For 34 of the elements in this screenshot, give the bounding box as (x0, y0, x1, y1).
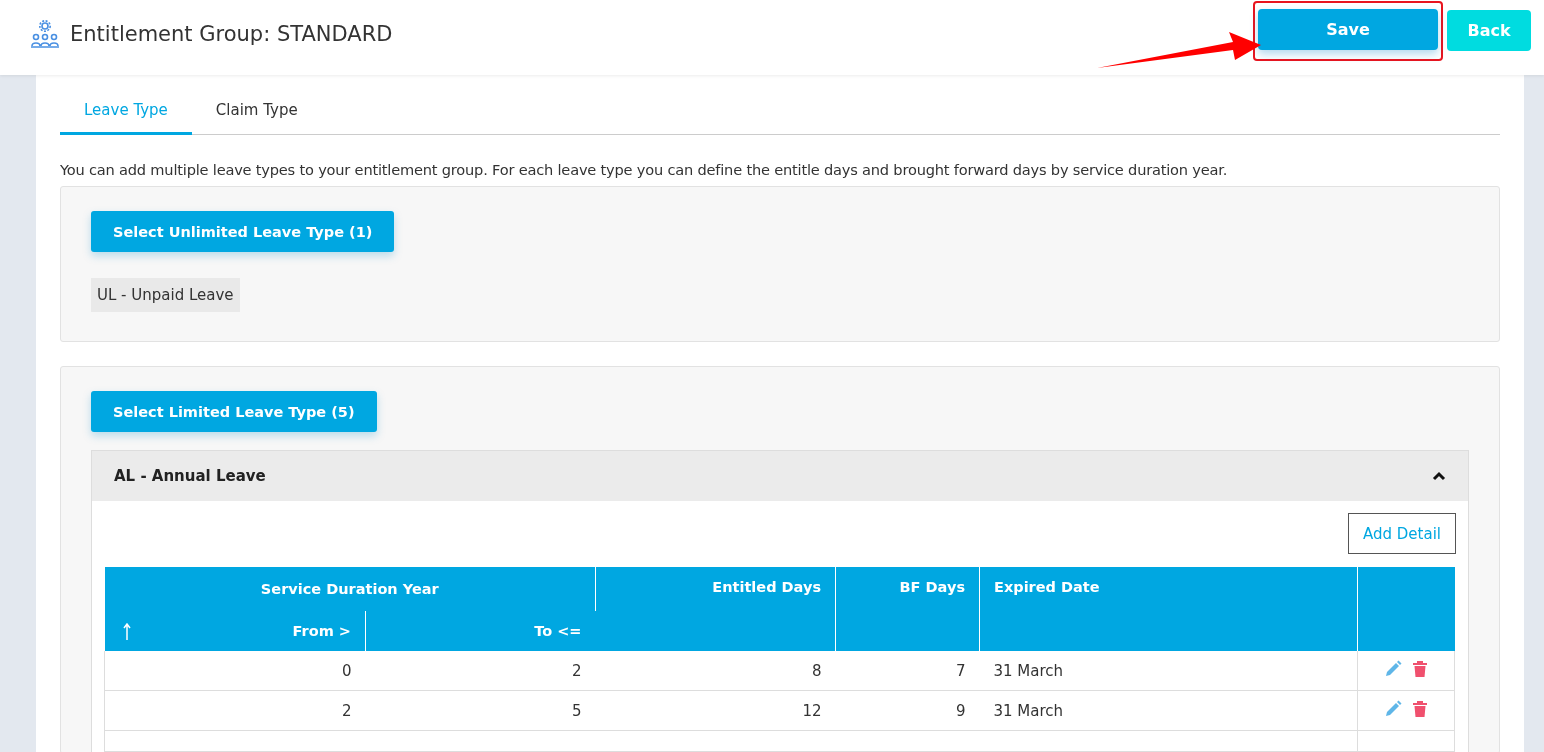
column-label: From > (292, 623, 351, 639)
column-header: Expired Date (979, 567, 1358, 651)
column-header: BF Days (835, 567, 980, 651)
sort-arrow-icon[interactable] (122, 623, 131, 641)
table-cell: 31 March (979, 690, 1358, 731)
select-unlimited-button[interactable]: Select Unlimited Leave Type (1) (91, 211, 395, 252)
edit-icon[interactable] (1384, 659, 1402, 678)
delete-icon[interactable] (1412, 699, 1428, 718)
table-cell: 2 (104, 690, 366, 731)
table-cell: 5 (365, 690, 596, 731)
description-text: You can add multiple leave types to your entitlement group. For each leave type you can define the entitle days and brought forward days by service duration year. (60, 161, 1229, 178)
column-header: Entitled Days (595, 567, 836, 651)
column-header: To <= (365, 611, 596, 651)
group-settings-icon (30, 19, 60, 48)
delete-icon[interactable] (1412, 659, 1428, 678)
table-cell: 8 (595, 651, 836, 691)
save-button[interactable]: Save (1258, 8, 1438, 50)
table-cell: 31 March (979, 651, 1358, 691)
table-cell: 9 (835, 690, 980, 731)
add-detail-button[interactable]: Add Detail (1348, 513, 1456, 554)
select-limited-button[interactable]: Select Limited Leave Type (5) (91, 391, 377, 432)
tab[interactable]: Claim Type (191, 93, 322, 135)
table-cell: 0 (104, 651, 366, 691)
table-cell: 12 (595, 690, 836, 731)
table-cell: 7 (835, 651, 980, 691)
column-header: Service Duration Year (104, 567, 596, 611)
edit-icon[interactable] (1384, 699, 1402, 718)
accordion-title: AL - Annual Leave (114, 467, 266, 485)
tab[interactable]: Leave Type (60, 93, 192, 135)
back-button[interactable]: Back (1447, 10, 1531, 51)
accordion-header[interactable]: AL - Annual Leave (92, 451, 1468, 501)
page-title: Entitlement Group: STANDARD (70, 21, 393, 46)
table-cell: 2 (365, 651, 596, 691)
leave-type-chip: UL - Unpaid Leave (91, 278, 240, 312)
